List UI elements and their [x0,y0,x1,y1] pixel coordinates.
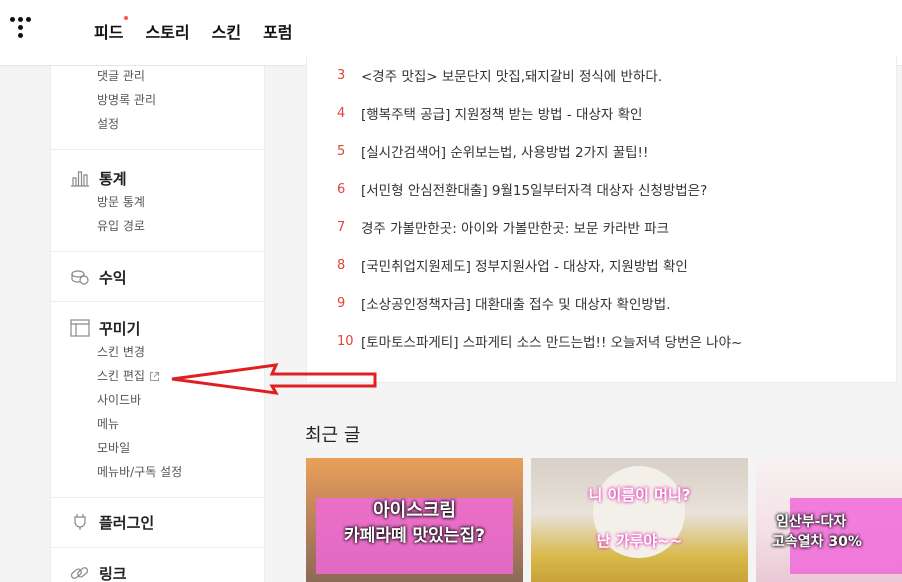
admin-sidebar: 댓글 관리 방명록 관리 설정 통계 방문 통계 유입 경로 수익 꾸미기 스킨… [50,66,265,582]
nav-feed[interactable]: 피드 [94,16,129,43]
rank-number: 3 [337,67,346,83]
link-icon [70,567,89,579]
sidebar-head-link[interactable]: 링크 [51,561,264,582]
sidebar-head-decorate[interactable]: 꾸미기 [51,316,264,340]
sidebar-section-plugin: 플러그인 [51,498,264,548]
external-link-icon [149,371,159,381]
tistory-logo[interactable] [10,15,38,43]
rank-number: 5 [337,143,346,159]
recent-post-thumbnail[interactable]: 아이스크림 카페라떼 맛있는집? [306,458,523,582]
sidebar-link-guestbook[interactable]: 방명록 관리 [51,88,264,112]
sidebar-head-revenue[interactable]: 수익 [51,265,264,289]
thumbnail-caption-line1: 아이스크림 [373,500,456,521]
rank-number: 8 [337,257,346,273]
popular-item[interactable]: 6 [서민형 안심전환대출] 9월15일부터자격 대상자 신청방법은? [337,179,708,200]
notification-dot [124,16,129,20]
thumbnail-caption-line2: 난 가루야~~ [596,532,683,550]
post-title: <경주 맛집> 보문단지 맛집,돼지갈비 정식에 반하다. [361,69,663,85]
recent-post-thumbnail[interactable]: 임산부-다자 고속열차 30% [756,458,902,582]
post-title: [서민형 안심전환대출] 9월15일부터자격 대상자 신청방법은? [361,183,708,199]
sidebar-head-plugin[interactable]: 플러그인 [51,510,264,534]
post-title: [실시간검색어] 순위보는법, 사용방법 2가지 꿀팁!! [361,145,649,161]
sidebar-link-menubar[interactable]: 메뉴바/구독 설정 [51,460,264,484]
popular-item[interactable]: 8 [국민취업지원제도] 정부지원사업 - 대상자, 지원방법 확인 [337,255,688,276]
popular-item[interactable]: 9 [소상공인정책자금] 대환대출 접수 및 대상자 확인방법. [337,293,671,314]
sidebar-title-stats: 통계 [99,169,127,188]
coins-icon [71,270,89,285]
popular-item[interactable]: 7 경주 가볼만한곳: 아이와 가볼만한곳: 보문 카라반 파크 [337,217,670,238]
sidebar-title-plugin: 플러그인 [99,513,155,532]
sidebar-section-link: 링크 [51,548,264,582]
sidebar-link-visit-stats[interactable]: 방문 통계 [51,190,264,214]
rank-number: 4 [337,105,346,121]
nav-forum[interactable]: 포럼 [263,19,292,43]
layout-icon [70,319,90,337]
sidebar-link-comments[interactable]: 댓글 관리 [51,64,264,88]
top-navigation: 피드 스토리 스킨 포럼 [94,16,293,43]
nav-skin[interactable]: 스킨 [212,19,241,43]
post-title: [토마토스파게티] 스파게티 소스 만드는법!! 오늘저녁 당번은 나야~ [361,335,743,351]
thumbnail-caption-line1: 니 이름이 머니? [588,486,691,504]
recent-posts-title: 최근 글 [305,425,361,446]
sidebar-link-referrer[interactable]: 유입 경로 [51,214,264,238]
nav-story[interactable]: 스토리 [145,19,189,43]
rank-number: 6 [337,181,346,197]
popular-item[interactable]: 10 [토마토스파게티] 스파게티 소스 만드는법!! 오늘저녁 당번은 나야~ [337,331,743,352]
recent-post-thumbnail[interactable]: 니 이름이 머니? 난 가루야~~ [531,458,748,582]
sidebar-title-link: 링크 [99,564,127,582]
post-title: [소상공인정책자금] 대환대출 접수 및 대상자 확인방법. [361,297,671,313]
sidebar-title-revenue: 수익 [99,268,127,287]
popular-item[interactable]: 4 [행복주택 공급] 지원정책 받는 방법 - 대상자 확인 [337,103,643,124]
sidebar-title-decorate: 꾸미기 [99,319,141,338]
popular-posts-card: 3 <경주 맛집> 보문단지 맛집,돼지갈비 정식에 반하다. 4 [행복주택 공급… [306,57,897,383]
plug-icon [74,514,86,530]
rank-number: 9 [337,295,346,311]
post-title: [국민취업지원제도] 정부지원사업 - 대상자, 지원방법 확인 [361,259,688,275]
popular-item[interactable]: 5 [실시간검색어] 순위보는법, 사용방법 2가지 꿀팁!! [337,141,649,162]
thumbnail-caption-line2: 고속열차 30% [772,534,862,550]
sidebar-link-menu[interactable]: 메뉴 [51,412,264,436]
sidebar-link-mobile[interactable]: 모바일 [51,436,264,460]
popular-item[interactable]: 3 <경주 맛집> 보문단지 맛집,돼지갈비 정식에 반하다. [337,65,663,86]
sidebar-link-settings[interactable]: 설정 [51,112,264,136]
thumbnail-caption-line2: 카페라떼 맛있는집? [344,526,485,546]
thumbnail-caption-line1: 임산부-다자 [776,514,847,530]
post-title: 경주 가볼만한곳: 아이와 가볼만한곳: 보문 카라반 파크 [361,221,670,237]
sidebar-section-decorate: 꾸미기 스킨 변경 스킨 편집 사이드바 메뉴 모바일 메뉴바/구독 설정 [51,302,264,498]
red-arrow-annotation [171,363,377,395]
rank-number: 10 [337,333,354,349]
post-title: [행복주택 공급] 지원정책 받는 방법 - 대상자 확인 [361,107,643,123]
skin-edit-label: 스킨 편집 [97,369,145,383]
sidebar-section-revenue: 수익 [51,252,264,302]
rank-number: 7 [337,219,346,235]
bar-chart-icon [71,171,89,187]
sidebar-head-stats[interactable]: 통계 [51,166,264,190]
sidebar-section-manage: 댓글 관리 방명록 관리 설정 [51,64,264,150]
sidebar-section-stats: 통계 방문 통계 유입 경로 [51,150,264,252]
